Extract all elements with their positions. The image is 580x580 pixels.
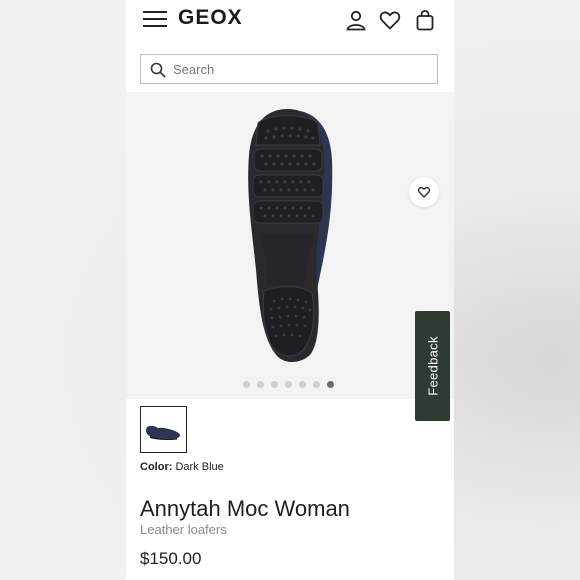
brand-logo[interactable]: GEOX (178, 6, 243, 30)
product-image-shoe-sole (248, 109, 333, 363)
shopping-bag-icon[interactable] (413, 8, 437, 32)
product-title: Annytah Moc Woman (140, 496, 350, 521)
add-to-wishlist-button[interactable] (409, 177, 439, 207)
feedback-tab[interactable]: Feedback (415, 311, 450, 421)
gallery-dot-active[interactable] (327, 381, 334, 388)
hamburger-menu-icon[interactable] (143, 10, 167, 28)
color-info: Color: Dark Blue (140, 461, 224, 473)
search-icon (150, 62, 166, 78)
account-icon[interactable] (344, 8, 368, 32)
color-swatch-dark-blue[interactable] (140, 406, 187, 453)
shoe-thumbnail-image (146, 425, 180, 440)
gallery-dot[interactable] (285, 381, 292, 388)
gallery-dot[interactable] (299, 381, 306, 388)
wishlist-heart-icon[interactable] (378, 8, 402, 32)
search-input[interactable] (173, 59, 423, 79)
gallery-dot[interactable] (243, 381, 250, 388)
product-page: GEOX Search Color: Dark Blue Annytah Moc… (126, 0, 454, 580)
search-bar[interactable] (140, 54, 438, 84)
gallery-dot[interactable] (271, 381, 278, 388)
gallery-dot[interactable] (313, 381, 320, 388)
product-price: $150.00 (140, 549, 202, 568)
site-header: GEOX (126, 0, 454, 44)
color-label: Color: (140, 461, 173, 473)
product-category: Leather loafers (140, 522, 227, 537)
product-image-gallery[interactable] (126, 92, 454, 399)
color-value: Dark Blue (175, 461, 224, 473)
gallery-dot[interactable] (257, 381, 264, 388)
heart-icon (417, 186, 431, 198)
feedback-label: Feedback (425, 336, 440, 396)
